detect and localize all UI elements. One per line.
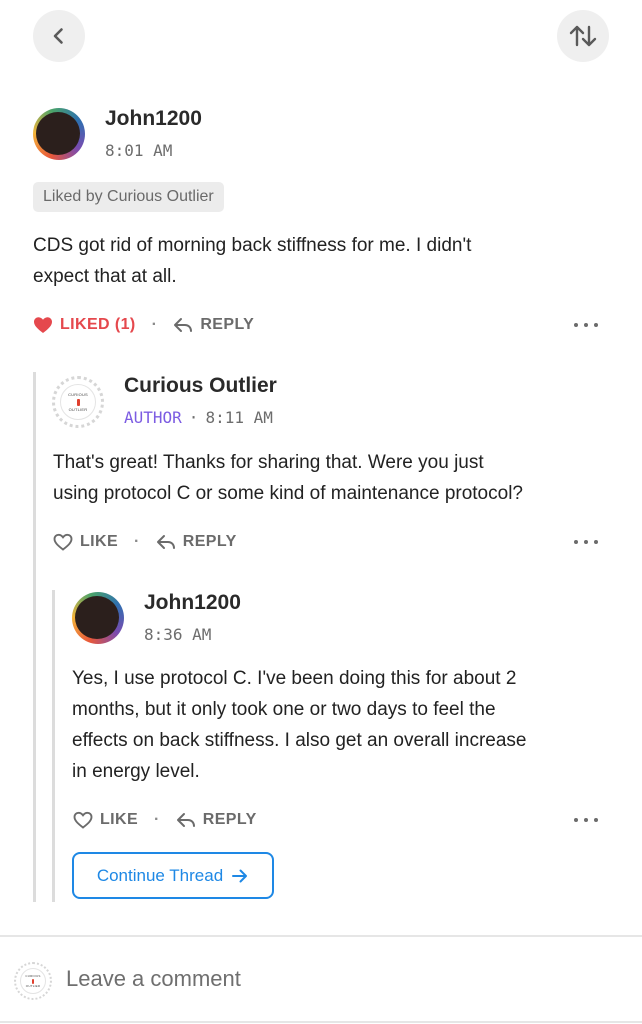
more-options-button[interactable] — [574, 813, 598, 827]
comment-input[interactable]: Leave a comment — [66, 966, 241, 992]
comment-meta: AUTHOR · 8:11 AM — [124, 408, 273, 427]
heart-filled-icon — [34, 317, 52, 333]
logo-figure — [76, 398, 80, 406]
dot-icon — [594, 323, 598, 327]
dot-icon — [594, 818, 598, 822]
dot-icon — [584, 323, 588, 327]
author-badge: AUTHOR — [124, 408, 182, 427]
comment-author[interactable]: John1200 — [144, 591, 241, 615]
dot-icon — [574, 323, 578, 327]
arrow-right-icon — [232, 869, 248, 882]
reply-button[interactable]: REPLY — [156, 533, 237, 551]
dot-icon — [574, 818, 578, 822]
divider — [0, 935, 642, 937]
continue-thread-label: Continue Thread — [96, 865, 224, 885]
separator-dot: · — [134, 533, 140, 550]
reply-button[interactable]: REPLY — [173, 316, 254, 334]
sort-arrows-icon — [569, 25, 597, 47]
divider — [0, 1021, 642, 1023]
comment-body: Yes, I use protocol C. I've been doing t… — [72, 668, 527, 782]
avatar[interactable] — [33, 108, 85, 160]
curious-outlier-logo: CURIOUS OUTLIER — [60, 384, 96, 420]
reply-arrow-icon — [176, 813, 195, 827]
logo-text: OUTLIER — [25, 983, 41, 988]
more-options-button[interactable] — [574, 318, 598, 332]
curious-outlier-logo: CURIOUS OUTLIER — [20, 968, 46, 994]
avatar[interactable] — [72, 592, 124, 644]
more-options-button[interactable] — [574, 535, 598, 549]
liked-button[interactable]: LIKED (1) — [33, 316, 136, 334]
heart-outline-icon — [73, 811, 93, 829]
comment-timestamp: 8:11 AM — [205, 408, 273, 427]
heart-outline-icon — [53, 533, 73, 551]
back-button[interactable] — [33, 10, 85, 62]
dot-icon — [574, 540, 578, 544]
reply-arrow-icon — [174, 318, 193, 332]
dot-icon — [594, 540, 598, 544]
logo-text: CURIOUS — [25, 973, 41, 978]
avatar[interactable]: CURIOUS OUTLIER — [52, 376, 104, 428]
dot-icon — [584, 818, 588, 822]
separator-dot: · — [154, 811, 160, 828]
current-user-avatar: CURIOUS OUTLIER — [14, 962, 52, 1000]
comment-author[interactable]: Curious Outlier — [124, 374, 277, 398]
comment-actions: LIKE · REPLY — [53, 530, 237, 554]
thread-line — [52, 590, 55, 902]
liked-by-badge: Liked by Curious Outlier — [33, 182, 224, 212]
sort-button[interactable] — [557, 10, 609, 62]
comment-timestamp: 8:01 AM — [105, 141, 173, 160]
comment-actions: LIKED (1) · REPLY — [33, 313, 254, 337]
logo-text: CURIOUS — [68, 391, 88, 397]
comment-body: CDS got rid of morning back stiffness fo… — [33, 235, 472, 287]
dot-icon — [584, 540, 588, 544]
comment-timestamp: 8:36 AM — [144, 625, 212, 644]
separator-dot: · — [151, 316, 158, 333]
thread-line — [33, 372, 36, 902]
reply-arrow-icon — [156, 535, 175, 549]
comment-body: That's great! Thanks for sharing that. W… — [53, 452, 523, 504]
continue-thread-button[interactable]: Continue Thread — [72, 852, 274, 899]
reply-button[interactable]: REPLY — [176, 811, 257, 829]
like-button[interactable]: LIKE — [73, 811, 138, 829]
logo-text: OUTLIER — [68, 406, 88, 412]
comment-author[interactable]: John1200 — [105, 107, 202, 131]
logo-figure — [32, 978, 34, 984]
comment-actions: LIKE · REPLY — [73, 808, 257, 832]
like-button[interactable]: LIKE — [53, 533, 118, 551]
chevron-left-icon — [53, 28, 63, 44]
